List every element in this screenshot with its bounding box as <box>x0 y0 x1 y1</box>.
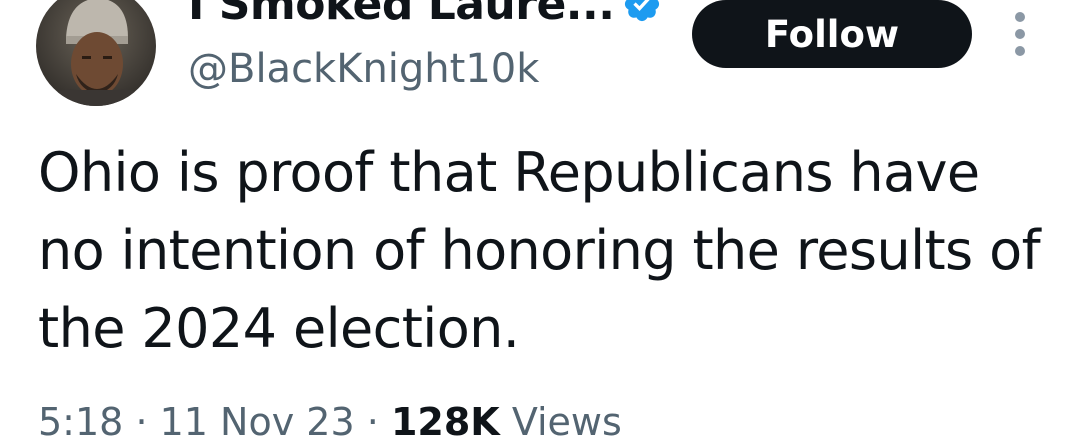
views-count[interactable]: 128K <box>391 400 500 444</box>
profile-photo-icon <box>36 0 156 106</box>
follow-button[interactable]: Follow <box>692 0 972 68</box>
author-handle[interactable]: @BlackKnight10k <box>188 46 539 92</box>
views-label: Views <box>511 400 622 444</box>
tweet-text: Ohio is proof that Republicans have no i… <box>38 141 1041 360</box>
author-display-name-row[interactable]: I Smoked Laure... <box>188 0 662 32</box>
meta-separator: · <box>135 400 148 444</box>
vertical-ellipsis-icon-dot <box>1015 29 1025 39</box>
tweet-metadata: 5:18 · 11 Nov 23 · 128K Views <box>38 400 622 444</box>
author-display-name[interactable]: I Smoked Laure... <box>188 0 615 30</box>
tweet-date[interactable]: 11 Nov 23 <box>160 400 355 444</box>
meta-separator: · <box>366 400 379 444</box>
vertical-ellipsis-icon <box>1015 12 1025 22</box>
tweet-time[interactable]: 5:18 <box>38 400 123 444</box>
verified-badge-icon <box>625 0 660 22</box>
more-options-button[interactable] <box>1004 12 1036 56</box>
vertical-ellipsis-icon-dot <box>1015 46 1025 56</box>
avatar[interactable] <box>36 0 156 106</box>
